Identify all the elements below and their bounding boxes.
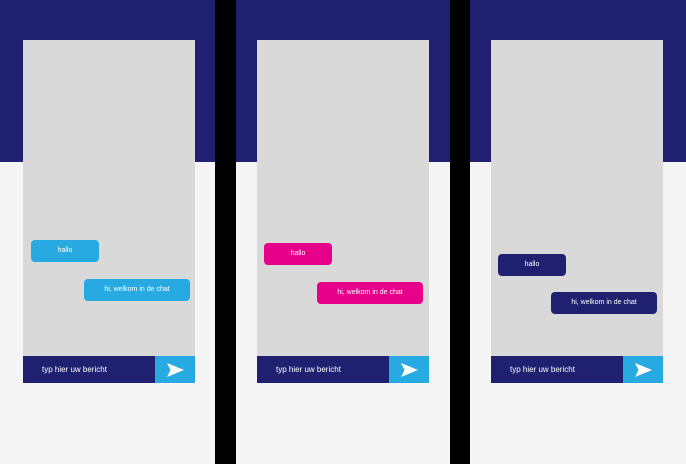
send-button[interactable] [623,356,663,383]
message-input[interactable]: typ hier uw bericht [491,356,623,383]
message-bubble-outgoing: hi, welkom in de chat [84,279,190,301]
chat-screen-2: hallo hi, welkom in de chat typ hier uw … [236,0,450,464]
message-input-bar[interactable]: typ hier uw bericht [491,356,663,383]
message-bubble-outgoing: hi, welkom in de chat [551,292,657,314]
message-bubble-outgoing: hi, welkom in de chat [317,282,423,304]
message-input-bar[interactable]: typ hier uw bericht [23,356,195,383]
send-button[interactable] [155,356,195,383]
send-icon [166,362,184,377]
send-icon [634,362,652,377]
message-area: hallo hi, welkom in de chat [491,40,663,356]
message-input[interactable]: typ hier uw bericht [257,356,389,383]
send-icon [400,362,418,377]
message-bubble-incoming: hallo [264,243,332,265]
message-bubble-incoming: hallo [31,240,99,262]
chat-screen-1: hallo hi, welkom in de chat typ hier uw … [0,0,215,464]
send-button[interactable] [389,356,429,383]
chat-screen-3: hallo hi, welkom in de chat typ hier uw … [470,0,686,464]
message-bubble-incoming: hallo [498,254,566,276]
message-input-bar[interactable]: typ hier uw bericht [257,356,429,383]
message-input[interactable]: typ hier uw bericht [23,356,155,383]
message-area: hallo hi, welkom in de chat [23,40,195,356]
message-area: hallo hi, welkom in de chat [257,40,429,356]
